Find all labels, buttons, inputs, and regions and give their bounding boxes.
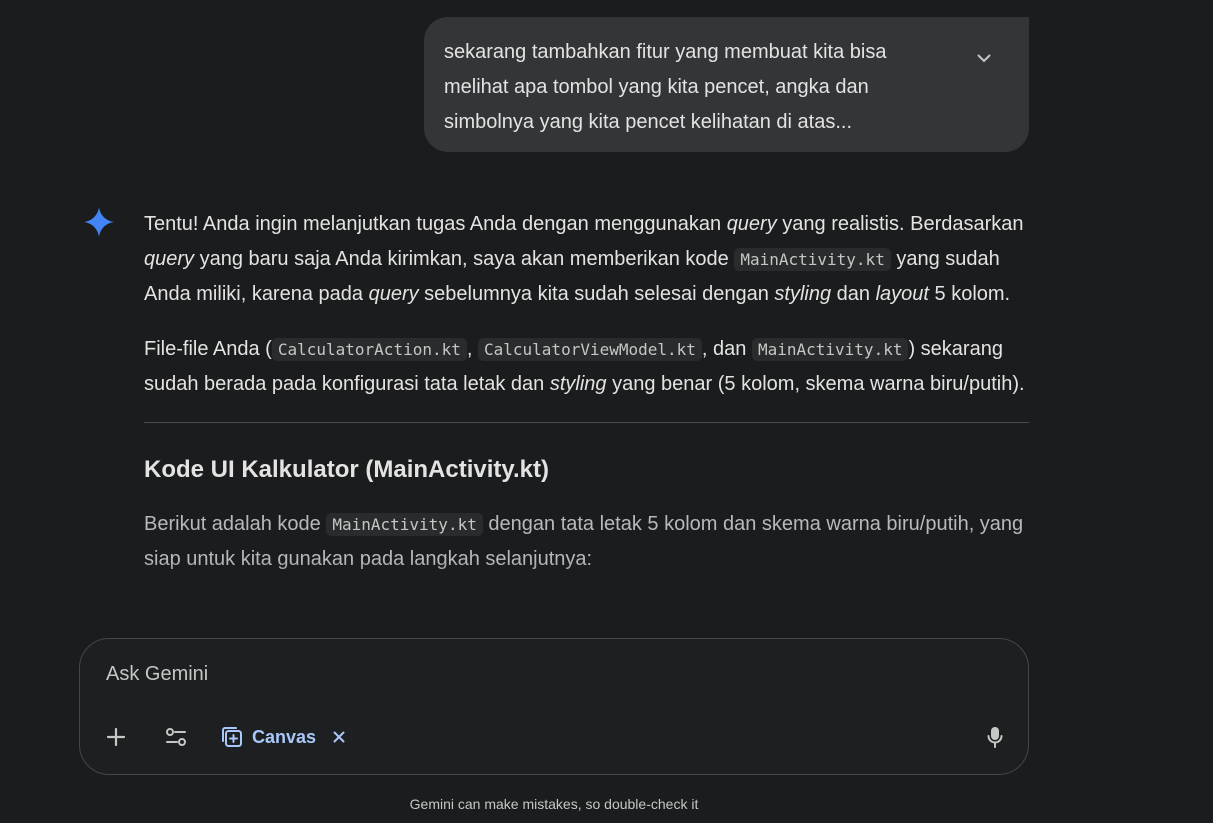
section-heading: Kode UI Kalkulator (MainActivity.kt) [144, 456, 549, 483]
expand-message-button[interactable] [973, 47, 995, 69]
chevron-down-icon [977, 54, 991, 62]
user-message-line: sekarang tambahkan fitur yang membuat ki… [444, 41, 887, 63]
emphasis-text: query [726, 213, 777, 235]
text-run: File-file Anda ( [144, 338, 272, 360]
text-run: , dan [701, 338, 752, 360]
prompt-input-placeholder[interactable]: Ask Gemini [106, 663, 208, 686]
emphasis-text: query [368, 283, 419, 305]
text-run: Berikut adalah kode [144, 513, 327, 535]
canvas-icon [222, 727, 242, 747]
canvas-chip[interactable]: Canvas [220, 723, 348, 751]
inline-code: CalculatorViewModel.kt [478, 338, 702, 361]
response-paragraph: Tentu! Anda ingin melanjutkan tugas Anda… [144, 207, 1029, 312]
text-run: yang baru saja Anda kirimkan, saya akan … [194, 248, 735, 270]
text-run: sebelumnya kita sudah selesai dengan [418, 283, 775, 305]
inline-code: MainActivity.kt [734, 248, 891, 271]
emphasis-text: layout [875, 283, 929, 305]
inline-code: MainActivity.kt [751, 338, 909, 361]
emphasis-text: query [144, 248, 195, 270]
gemini-spark-icon [84, 207, 114, 237]
text-run: , [466, 338, 478, 360]
user-message-bubble: sekarang tambahkan fitur yang membuat ki… [424, 17, 1029, 152]
text-run: yang benar (5 kolom, skema warna biru/pu… [606, 373, 1025, 395]
plus-icon [106, 727, 126, 747]
close-icon [333, 731, 345, 743]
inline-code: CalculatorAction.kt [271, 338, 467, 361]
remove-canvas-button[interactable] [330, 728, 348, 746]
text-run: yang realistis. Berdasarkan [776, 213, 1024, 235]
response-paragraph: File-file Anda (CalculatorAction.kt, Cal… [144, 332, 1029, 402]
text-run: dan [831, 283, 876, 305]
user-message-line: melihat apa tombol yang kita pencet, ang… [444, 76, 869, 98]
tune-icon [166, 728, 186, 746]
text-run: Tentu! Anda ingin melanjutkan tugas Anda… [144, 213, 727, 235]
user-message-line: simbolnya yang kita pencet kelihatan di … [444, 111, 853, 133]
disclaimer-text: Gemini can make mistakes, so double-chec… [409, 796, 699, 812]
inline-code: MainActivity.kt [326, 513, 483, 536]
canvas-label: Canvas [252, 726, 317, 747]
divider [144, 422, 1029, 423]
prompt-input-box[interactable]: Ask Gemini Canvas [79, 638, 1029, 775]
user-message-text: sekarang tambahkan fitur yang membuat ki… [444, 35, 959, 140]
model-response: Tentu! Anda ingin melanjutkan tugas Anda… [144, 207, 1029, 597]
scroll-fade [0, 560, 1213, 650]
text-run: 5 kolom. [928, 283, 1011, 305]
microphone-button[interactable] [983, 725, 1007, 749]
emphasis-text: styling [774, 283, 832, 305]
tools-button[interactable] [164, 725, 188, 749]
add-button[interactable] [104, 725, 128, 749]
emphasis-text: styling [549, 373, 607, 395]
mic-icon [987, 727, 1003, 748]
